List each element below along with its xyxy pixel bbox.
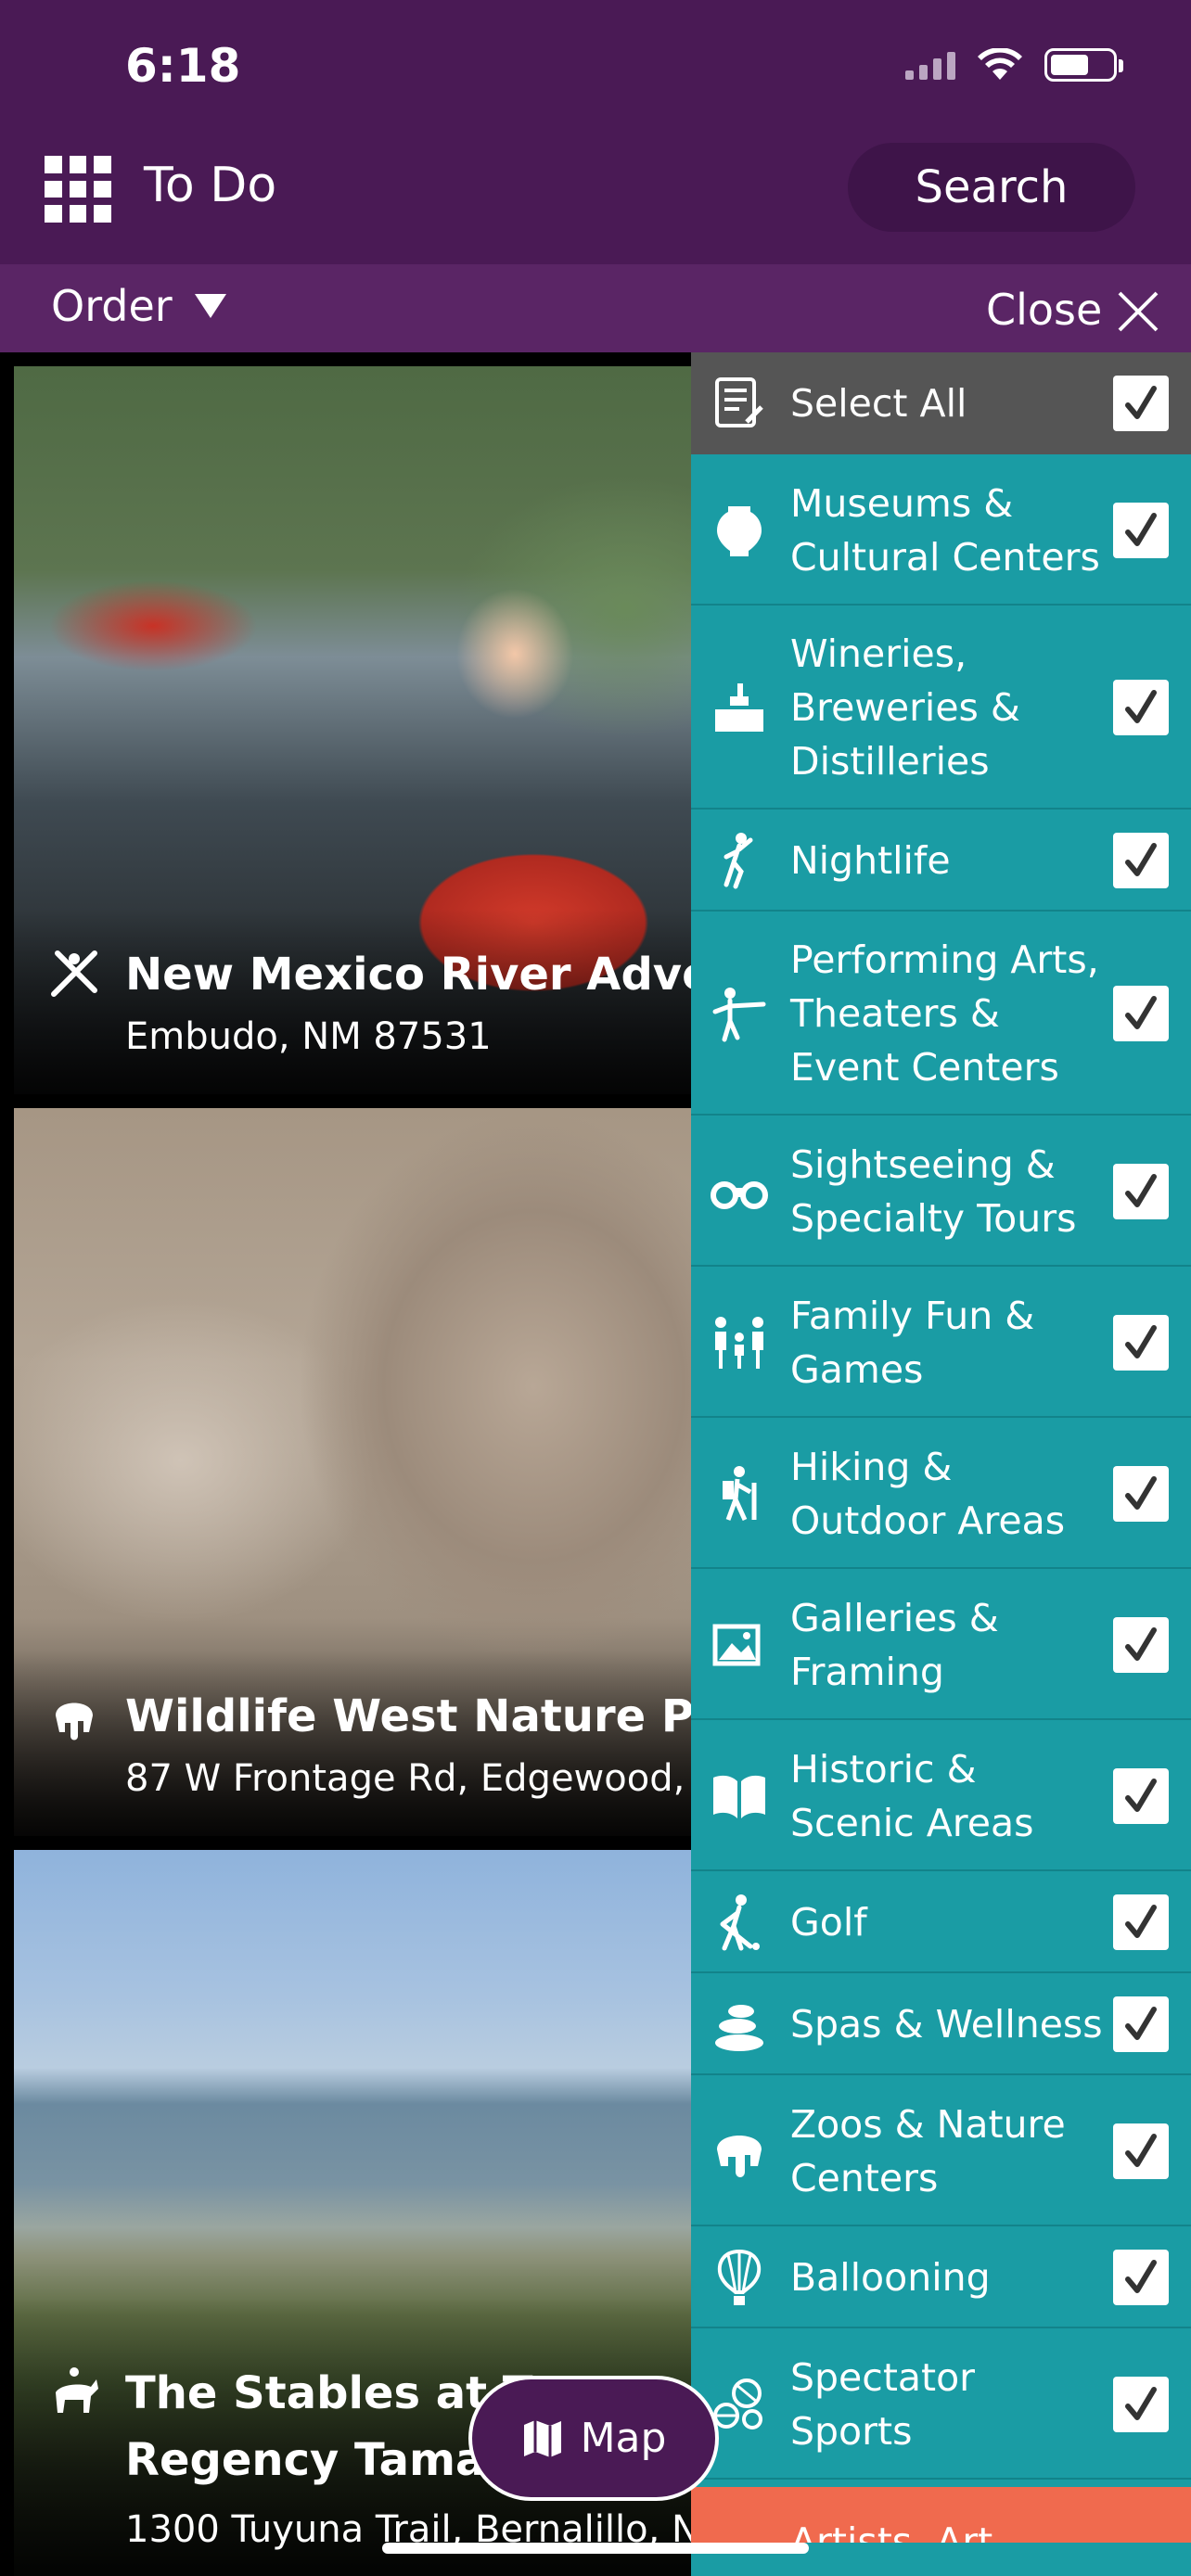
filter-label: Galleries & Framing: [790, 1595, 999, 1694]
filter-row[interactable]: Family Fun & Games: [691, 1267, 1191, 1418]
filter-checkbox[interactable]: [1113, 680, 1169, 735]
filter-row[interactable]: Hiking & Outdoor Areas: [691, 1418, 1191, 1569]
category-filter-panel: Select All Museums & Cultural Centers Wine…: [691, 352, 1191, 2576]
cellular-signal-icon: [905, 50, 955, 80]
filter-label: Family Fun & Games: [790, 1293, 1035, 1392]
balloon-icon: [717, 2249, 762, 2305]
close-filter-button[interactable]: Close: [986, 285, 1102, 335]
filter-row[interactable]: Ballooning: [691, 2226, 1191, 2328]
filter-row[interactable]: Golf: [691, 1871, 1191, 1973]
status-time: 6:18: [125, 39, 241, 93]
filter-row[interactable]: Galleries & Framing: [691, 1569, 1191, 1720]
filter-label: Wineries, Breweries & Distilleries: [790, 631, 1020, 784]
page-title: To Do: [144, 158, 277, 213]
filter-checkbox[interactable]: [1113, 502, 1169, 558]
filter-row[interactable]: Museums & Cultural Centers: [691, 454, 1191, 606]
filter-checkbox[interactable]: [1113, 833, 1169, 888]
filter-row-artists[interactable]: Artists, Art: [691, 2487, 1191, 2543]
filter-label: Artists, Art: [790, 2519, 993, 2543]
picture-icon: [712, 1624, 761, 1665]
apps-grid-icon[interactable]: [45, 156, 111, 223]
filter-row[interactable]: Spectator Sports: [691, 2328, 1191, 2480]
filter-checkbox[interactable]: [1113, 1465, 1169, 1522]
status-icons: [905, 48, 1123, 82]
filter-row[interactable]: Sightseeing & Specialty Tours: [691, 1116, 1191, 1267]
filter-checkbox[interactable]: [1113, 1616, 1169, 1673]
filter-label: Nightlife: [790, 838, 951, 883]
sports-balls-icon: [713, 2378, 762, 2429]
search-button[interactable]: Search: [848, 143, 1135, 232]
filter-label: Hiking & Outdoor Areas: [790, 1444, 1066, 1543]
map-icon: [523, 2419, 561, 2457]
filter-row[interactable]: Nightlife: [691, 810, 1191, 912]
map-label: Map: [580, 2415, 667, 2462]
filter-label: Sightseeing & Specialty Tours: [790, 1141, 1077, 1241]
binoculars-icon: [711, 1180, 768, 1209]
family-icon: [715, 1316, 763, 1369]
map-button[interactable]: Map: [468, 2376, 719, 2501]
battery-icon: [1044, 48, 1123, 82]
status-bar: 6:18: [0, 0, 1191, 130]
listing-address: 87 W Frontage Rd, Edgewood, NM: [125, 1757, 757, 1800]
golfer-icon: [720, 1894, 760, 1951]
kayak-icon: [51, 950, 97, 997]
filter-label: Performing Arts, Theaters & Event Center…: [790, 937, 1099, 1090]
order-dropdown[interactable]: Order: [51, 281, 173, 331]
filter-row[interactable]: Performing Arts, Theaters & Event Center…: [691, 912, 1191, 1116]
filter-checkbox[interactable]: [1113, 1894, 1169, 1950]
filter-row[interactable]: Historic & Scenic Areas: [691, 1720, 1191, 1871]
bar-icon: [715, 683, 763, 732]
listing-address: Embudo, NM 87531: [125, 1015, 492, 1058]
filter-row-select-all[interactable]: Select All: [691, 352, 1191, 454]
filter-label: Select All: [790, 381, 967, 426]
filter-row[interactable]: Wineries, Breweries & Distilleries: [691, 606, 1191, 810]
listing-name: Wildlife West Nature Park: [125, 1690, 775, 1742]
dancer-icon: [724, 833, 753, 889]
filter-label: Ballooning: [790, 2255, 991, 2300]
elephant-icon: [56, 1702, 93, 1741]
close-icon[interactable]: [1115, 288, 1161, 335]
filter-label: Spectator Sports: [790, 2354, 976, 2454]
hiker-icon: [723, 1465, 757, 1521]
vase-icon: [717, 505, 762, 556]
home-indicator[interactable]: [382, 2543, 809, 2554]
filter-checkbox[interactable]: [1113, 376, 1169, 431]
filter-label: Spas & Wellness: [790, 2002, 1103, 2047]
filter-label: Historic & Scenic Areas: [790, 1746, 1034, 1845]
book-icon: [713, 1775, 765, 1818]
spa-stones-icon: [715, 2005, 763, 2051]
filter-checkbox[interactable]: [1113, 1314, 1169, 1371]
filter-checkbox[interactable]: [1113, 986, 1169, 1041]
filter-checkbox[interactable]: [1113, 1767, 1169, 1824]
horse-rider-icon: [56, 2367, 98, 2413]
filter-checkbox[interactable]: [1113, 2376, 1169, 2432]
checklist-icon: [715, 377, 763, 427]
wifi-icon: [978, 48, 1022, 80]
filter-toolbar: Order Close: [0, 264, 1191, 352]
performer-icon: [712, 988, 766, 1042]
filter-checkbox[interactable]: [1113, 2250, 1169, 2305]
caret-down-icon[interactable]: [195, 294, 226, 318]
filter-label: Zoos & Nature Centers: [790, 2101, 1066, 2200]
filter-row[interactable]: Spas & Wellness: [691, 1973, 1191, 2075]
filter-checkbox[interactable]: [1113, 1996, 1169, 2052]
elephant-icon: [717, 2135, 762, 2177]
filter-checkbox[interactable]: [1113, 2123, 1169, 2179]
filter-checkbox[interactable]: [1113, 1163, 1169, 1219]
filter-row[interactable]: Zoos & Nature Centers: [691, 2075, 1191, 2226]
app-header: To Do Search: [0, 130, 1191, 264]
filter-label: Museums & Cultural Centers: [790, 480, 1100, 580]
filter-label: Golf: [790, 1900, 867, 1945]
